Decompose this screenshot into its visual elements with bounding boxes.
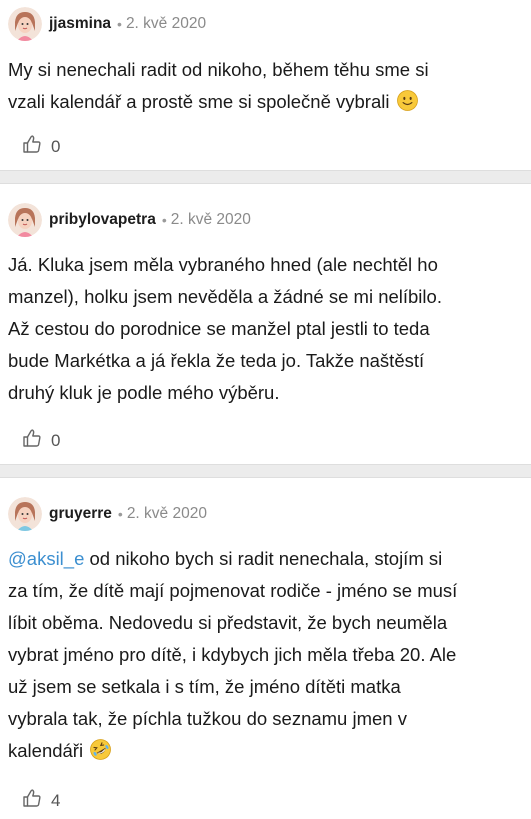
comment-line-rest: od nikoho bych si radit nenechala, stojí… xyxy=(84,548,443,569)
like-count: 0 xyxy=(51,430,61,450)
comment-1: jjasmina • 2. kvě 2020 My si nenechali r… xyxy=(0,0,531,170)
comment-text: My si nenechali radit od nikoho, během t… xyxy=(8,54,508,118)
comment-line: Já. Kluka jsem měla vybraného hned (ale … xyxy=(8,254,438,275)
comment-separator xyxy=(0,170,531,184)
comment-header: pribylovapetra • 2. kvě 2020 xyxy=(8,202,251,238)
comment-date: 2. kvě 2020 xyxy=(170,211,251,228)
comment-2: pribylovapetra • 2. kvě 2020 Já. Kluka j… xyxy=(0,184,531,464)
comment-line: manzel), holku jsem nevěděla a žádné se … xyxy=(8,286,442,307)
comment-header: jjasmina • 2. kvě 2020 xyxy=(8,6,206,42)
comment-separator xyxy=(0,464,531,478)
comment-line: Až cestou do porodnice se manžel ptal je… xyxy=(8,318,430,339)
comment-line: kalendáři xyxy=(8,740,84,761)
thumbs-up-icon xyxy=(22,428,42,453)
username[interactable]: pribylovapetra xyxy=(49,211,156,229)
comment-line-with-emoji: kalendáři xyxy=(8,735,508,767)
meta-separator: • xyxy=(161,212,167,228)
username[interactable]: jjasmina xyxy=(49,15,111,33)
thumbs-up-icon xyxy=(22,134,42,159)
comment-line-with-emoji: vzali kalendář a prostě sme si společně … xyxy=(8,86,508,118)
comment-line: už jsem se setkala i s tím, že jméno dít… xyxy=(8,676,401,697)
user-mention-link[interactable]: @aksil_e xyxy=(8,548,84,569)
user-avatar[interactable] xyxy=(8,203,42,237)
meta-separator: • xyxy=(117,506,123,522)
comment-line: vybrat jméno pro dítě, i kdybych jich mě… xyxy=(8,644,457,665)
comment-line: vybrala tak, že píchla tužkou do seznamu… xyxy=(8,708,407,729)
like-count: 4 xyxy=(51,790,61,810)
comment-line: vzali kalendář a prostě sme si společně … xyxy=(8,91,390,112)
comment-date: 2. kvě 2020 xyxy=(125,15,207,32)
user-avatar[interactable] xyxy=(8,7,42,41)
slightly-smiling-face-icon xyxy=(396,89,418,111)
meta-separator: • xyxy=(117,16,122,32)
comment-line: za tím, že dítě mají pojmenovat rodiče -… xyxy=(8,580,458,601)
comment-line: @aksil_e od nikoho bych si radit nenecha… xyxy=(8,543,508,575)
comment-line: líbit oběma. Nedovedu si představit, že … xyxy=(8,612,448,633)
comment-header: gruyerre • 2. kvě 2020 xyxy=(8,496,207,532)
like-button[interactable]: 4 xyxy=(22,788,60,813)
comment-date: 2. kvě 2020 xyxy=(126,505,207,522)
comment-line: My si nenechali radit od nikoho, během t… xyxy=(8,59,429,80)
rolling-laughing-face-icon xyxy=(90,738,112,760)
user-avatar[interactable] xyxy=(8,497,42,531)
comment-line: bude Markétka a já řekla že teda jo. Tak… xyxy=(8,350,425,371)
comment-line: druhý kluk je podle mého výběru. xyxy=(8,382,280,403)
like-count: 0 xyxy=(51,136,61,156)
thumbs-up-icon xyxy=(22,788,42,813)
username[interactable]: gruyerre xyxy=(49,505,112,523)
comment-3: gruyerre • 2. kvě 2020 @aksil_e od nikoh… xyxy=(0,478,531,819)
comment-text: @aksil_e od nikoho bych si radit nenecha… xyxy=(8,543,508,767)
like-button[interactable]: 0 xyxy=(22,134,60,159)
comment-text: Já. Kluka jsem měla vybraného hned (ale … xyxy=(8,249,508,409)
like-button[interactable]: 0 xyxy=(22,428,60,453)
